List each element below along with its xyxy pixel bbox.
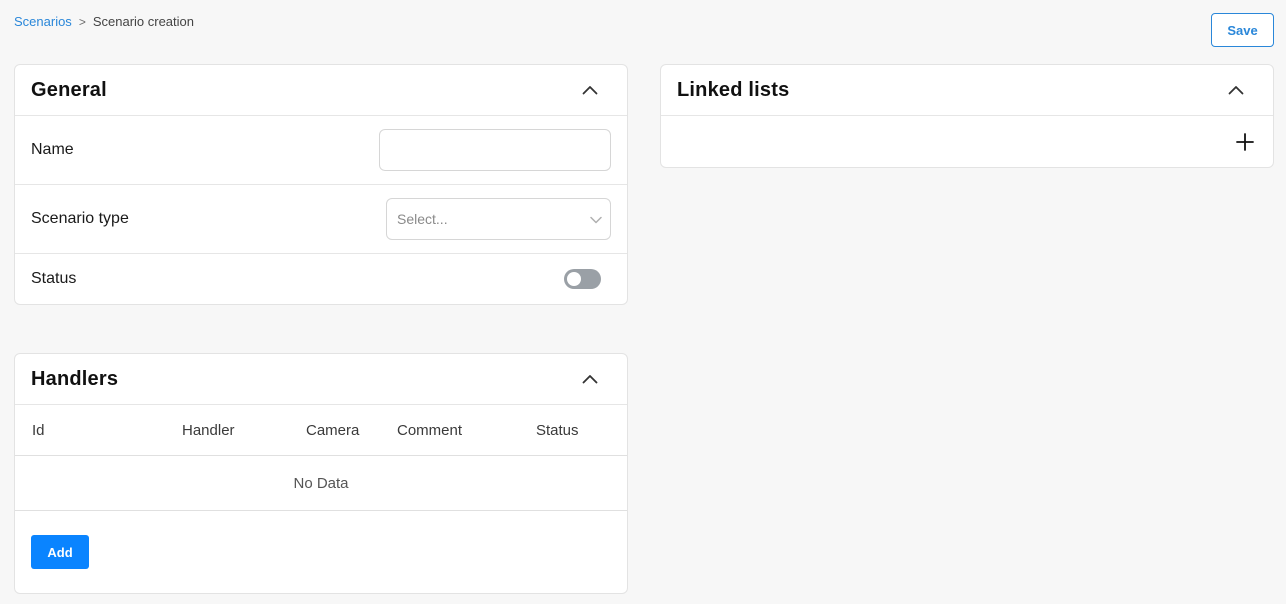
column-header-status[interactable]: Status — [536, 422, 579, 439]
toggle-knob — [567, 272, 581, 286]
linked-lists-panel: Linked lists — [660, 64, 1274, 168]
scenario-creation-page: Scenarios > Scenario creation Save Gener… — [0, 0, 1286, 604]
chevron-down-icon — [590, 211, 602, 227]
column-header-camera[interactable]: Camera — [306, 422, 359, 439]
plus-icon[interactable] — [1235, 132, 1255, 152]
linked-lists-panel-header: Linked lists — [661, 65, 1273, 116]
name-row: Name — [15, 116, 627, 185]
handlers-table-header: Id Handler Camera Comment Status — [15, 405, 627, 456]
status-toggle[interactable] — [564, 269, 601, 289]
general-panel-header: General — [15, 65, 627, 116]
column-header-id[interactable]: Id — [32, 422, 45, 439]
handlers-panel-header: Handlers — [15, 354, 627, 405]
handlers-panel: Handlers Id Handler Camera Comment Statu… — [14, 353, 628, 594]
column-header-comment[interactable]: Comment — [397, 422, 462, 439]
chevron-up-icon[interactable] — [1227, 81, 1245, 99]
general-panel: General Name Scenario type Select... Sta… — [14, 64, 628, 305]
breadcrumb-current: Scenario creation — [92, 14, 194, 29]
status-label: Status — [31, 270, 77, 287]
scenario-type-row: Scenario type Select... — [15, 185, 627, 254]
breadcrumb-separator: > — [78, 14, 86, 29]
add-handler-button[interactable]: Add — [31, 535, 89, 569]
scenario-type-label: Scenario type — [31, 210, 129, 227]
save-button[interactable]: Save — [1211, 13, 1274, 47]
name-label: Name — [31, 141, 74, 158]
handlers-panel-title: Handlers — [31, 367, 119, 390]
scenario-type-select[interactable]: Select... — [386, 198, 611, 240]
scenario-type-placeholder: Select... — [397, 211, 448, 227]
breadcrumb: Scenarios > Scenario creation — [14, 14, 194, 29]
general-panel-title: General — [31, 78, 107, 101]
chevron-up-icon[interactable] — [581, 81, 599, 99]
handlers-empty-state: No Data — [15, 456, 627, 511]
breadcrumb-scenarios-link[interactable]: Scenarios — [14, 14, 72, 29]
linked-lists-body — [661, 116, 1273, 167]
linked-lists-panel-title: Linked lists — [677, 78, 790, 101]
name-input[interactable] — [379, 129, 611, 171]
status-row: Status — [15, 254, 627, 304]
column-header-handler[interactable]: Handler — [182, 422, 235, 439]
chevron-up-icon[interactable] — [581, 370, 599, 388]
